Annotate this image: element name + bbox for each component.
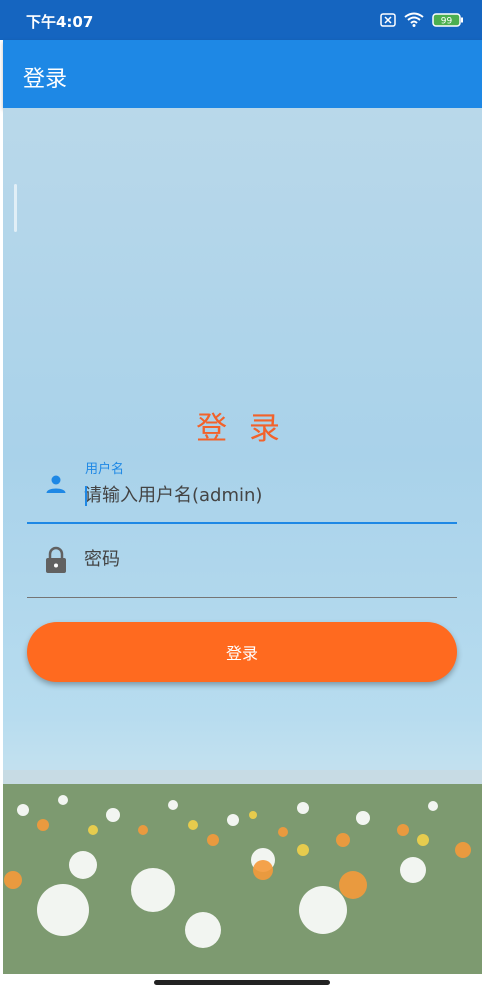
person-icon (46, 475, 66, 493)
password-field[interactable] (27, 530, 457, 598)
username-label: 用户名 (85, 462, 125, 477)
status-icons: 99 (380, 12, 464, 27)
notification-x-icon (380, 12, 396, 27)
wifi-icon (404, 12, 424, 27)
username-field[interactable]: 用户名 (27, 452, 457, 524)
lock-icon (46, 546, 66, 573)
navigation-bar (0, 974, 482, 991)
text-cursor (85, 486, 87, 506)
login-heading: 登 录 (196, 411, 286, 447)
status-bar: 下午4:07 99 (0, 0, 482, 40)
flower-meadow-image (3, 770, 482, 974)
home-indicator[interactable] (154, 980, 330, 985)
battery-icon: 99 (432, 12, 463, 27)
page-title: 登录 (23, 67, 68, 92)
status-time: 下午4:07 (26, 13, 94, 31)
password-input[interactable] (84, 546, 444, 572)
username-input[interactable] (84, 482, 444, 508)
scrollbar[interactable] (14, 184, 17, 232)
app-bar: 登录 (3, 40, 482, 108)
login-screen: 下午4:07 99 登录 登 录 用户名 请输入用户名(admin) 登录 (0, 0, 482, 991)
login-button[interactable]: 登录 (27, 622, 457, 682)
battery-level: 99 (441, 16, 453, 26)
